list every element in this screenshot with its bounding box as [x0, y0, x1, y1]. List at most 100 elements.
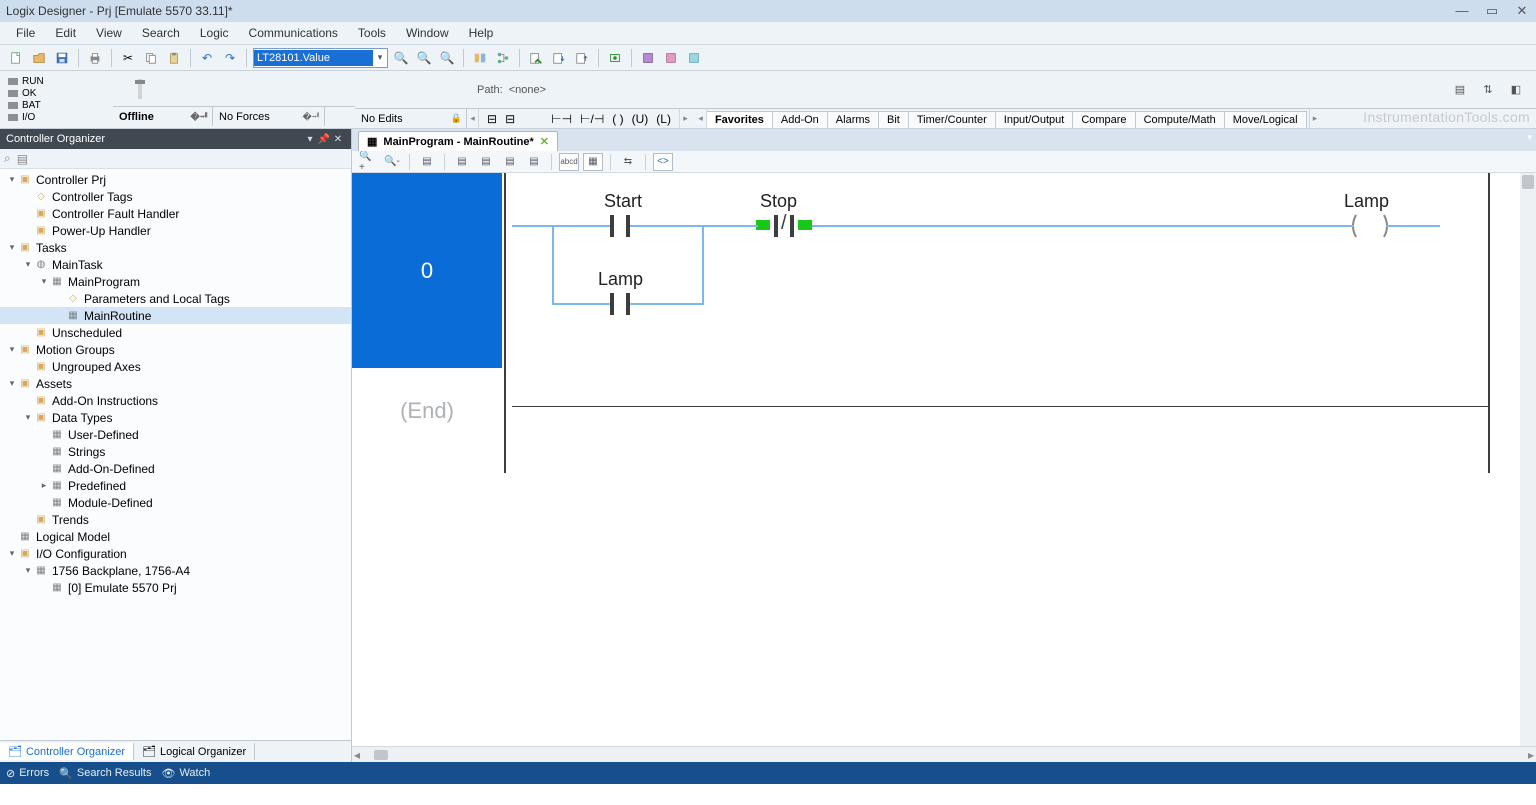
- minimize-button[interactable]: —: [1454, 3, 1470, 19]
- twist-icon[interactable]: ▾: [6, 242, 18, 253]
- xic-icon[interactable]: ⊢⊣: [551, 112, 572, 126]
- tree-item[interactable]: ▾▦MainProgram: [0, 273, 351, 290]
- ote-lamp-coil[interactable]: [1350, 213, 1390, 239]
- twist-icon[interactable]: ▾: [6, 378, 18, 389]
- itab-move[interactable]: Move/Logical: [1225, 111, 1307, 128]
- controller-mode[interactable]: Offline�ힷ: [113, 107, 213, 126]
- rung-icon[interactable]: ⊟: [505, 112, 515, 126]
- tree-item[interactable]: ◇Controller Tags: [0, 188, 351, 205]
- tree-item[interactable]: ▾▣Assets: [0, 375, 351, 392]
- twist-icon[interactable]: ▾: [6, 344, 18, 355]
- itab-favorites[interactable]: Favorites: [707, 111, 773, 128]
- rung-body[interactable]: Start Lamp Stop /: [512, 173, 1536, 746]
- redo-icon[interactable]: ↷: [220, 48, 240, 68]
- organizer-tree[interactable]: ▾▣Controller Prj◇Controller Tags▣Control…: [0, 169, 351, 740]
- horizontal-scrollbar[interactable]: ◂▸: [352, 746, 1536, 762]
- who-active-icon[interactable]: ▤: [1450, 80, 1470, 100]
- find-prev-icon[interactable]: 🔍: [437, 48, 457, 68]
- tag-combo[interactable]: LT28101.Value ▾: [253, 48, 388, 68]
- tab-logical-organizer[interactable]: 🗂Logical Organizer: [134, 743, 255, 760]
- itab-compare[interactable]: Compare: [1073, 111, 1135, 128]
- tree-item[interactable]: ▦Logical Model: [0, 528, 351, 545]
- twist-icon[interactable]: ▾: [6, 174, 18, 185]
- maximize-button[interactable]: ▭: [1484, 3, 1500, 19]
- tab-scroll-right-icon[interactable]: ▸: [1309, 109, 1321, 128]
- tree-item[interactable]: ▦[0] Emulate 5570 Prj: [0, 579, 351, 596]
- new-icon[interactable]: [6, 48, 26, 68]
- branch-icon[interactable]: ⊟: [487, 112, 497, 126]
- itab-addon[interactable]: Add-On: [773, 111, 828, 128]
- select-path-icon[interactable]: ◧: [1506, 80, 1526, 100]
- print-icon[interactable]: [85, 48, 105, 68]
- twist-icon[interactable]: ▾: [22, 259, 34, 270]
- otu-icon[interactable]: (U): [632, 112, 649, 126]
- close-panel-icon[interactable]: ✕: [331, 134, 345, 145]
- edits-status[interactable]: No Edits🔒: [355, 109, 467, 128]
- pin-icon[interactable]: 📌: [317, 134, 331, 145]
- rung-number[interactable]: 0: [352, 173, 502, 368]
- save-icon[interactable]: [52, 48, 72, 68]
- toggle-icon[interactable]: [470, 48, 490, 68]
- upload-icon[interactable]: [572, 48, 592, 68]
- tab-scroll-left-icon[interactable]: ◂: [695, 109, 707, 128]
- find-icon[interactable]: 🔍: [391, 48, 411, 68]
- tree-item[interactable]: ▾▣Motion Groups: [0, 341, 351, 358]
- tree-item[interactable]: ▦Strings: [0, 443, 351, 460]
- twist-icon[interactable]: ▾: [6, 548, 18, 559]
- zoom-in-icon[interactable]: 🔍+: [358, 153, 378, 171]
- cancel-edit-icon[interactable]: ▤: [476, 153, 496, 171]
- editor-dropdown-icon[interactable]: ▾: [1527, 132, 1532, 143]
- tree-item[interactable]: ▣Power-Up Handler: [0, 222, 351, 239]
- menu-help[interactable]: Help: [461, 24, 502, 42]
- tree-item[interactable]: ▾▣Data Types: [0, 409, 351, 426]
- twist-icon[interactable]: ▾: [22, 412, 34, 423]
- accept-edit-icon[interactable]: ▤: [452, 153, 472, 171]
- go-online-icon[interactable]: [605, 48, 625, 68]
- verify-icon[interactable]: [526, 48, 546, 68]
- download-icon[interactable]: [549, 48, 569, 68]
- assemble-icon[interactable]: ▤: [524, 153, 544, 171]
- itab-timer[interactable]: Timer/Counter: [909, 111, 996, 128]
- abcd-icon[interactable]: abcd: [559, 153, 579, 171]
- close-tab-icon[interactable]: ✕: [540, 135, 549, 148]
- itab-bit[interactable]: Bit: [879, 111, 909, 128]
- scroll-left-icon[interactable]: ◂: [467, 109, 479, 128]
- itab-alarms[interactable]: Alarms: [828, 111, 879, 128]
- menu-file[interactable]: File: [8, 24, 43, 42]
- network-icon[interactable]: ⇅: [1478, 80, 1498, 100]
- menu-tools[interactable]: Tools: [350, 24, 394, 42]
- link-icon[interactable]: ⇆: [618, 153, 638, 171]
- cut-icon[interactable]: ✂: [118, 48, 138, 68]
- xio-stop-contact[interactable]: /: [770, 214, 798, 238]
- vertical-scrollbar[interactable]: [1520, 173, 1536, 746]
- tree-item[interactable]: ▾▦1756 Backplane, 1756-A4: [0, 562, 351, 579]
- tree-item[interactable]: ▾▣I/O Configuration: [0, 545, 351, 562]
- twist-icon[interactable]: ▾: [22, 565, 34, 576]
- xio-icon[interactable]: ⊢/⊣: [580, 112, 604, 126]
- menu-view[interactable]: View: [88, 24, 130, 42]
- tree-item[interactable]: ◇Parameters and Local Tags: [0, 290, 351, 307]
- twist-icon[interactable]: ▾: [38, 276, 50, 287]
- tree-item[interactable]: ▣Unscheduled: [0, 324, 351, 341]
- stop-tag-label[interactable]: Stop: [760, 191, 797, 212]
- view-icon[interactable]: ▦: [583, 153, 603, 171]
- undo-icon[interactable]: ↶: [197, 48, 217, 68]
- tree-icon[interactable]: [493, 48, 513, 68]
- organizer-tool-icon[interactable]: ▤: [17, 152, 28, 166]
- chevron-down-icon[interactable]: ▾: [373, 52, 387, 63]
- tree-item[interactable]: ▦Module-Defined: [0, 494, 351, 511]
- organizer-tool-icon[interactable]: ⌕: [4, 151, 11, 166]
- forces-status[interactable]: No Forces�ힷ: [213, 107, 325, 126]
- tab-controller-organizer[interactable]: 🗂Controller Organizer: [0, 743, 134, 760]
- menu-window[interactable]: Window: [398, 24, 457, 42]
- itab-compute[interactable]: Compute/Math: [1136, 111, 1225, 128]
- open-icon[interactable]: [29, 48, 49, 68]
- start-tag-label[interactable]: Start: [604, 191, 642, 212]
- dropdown-icon[interactable]: ▾: [303, 134, 317, 145]
- module-icon[interactable]: [638, 48, 658, 68]
- tree-item[interactable]: ▣Ungrouped Axes: [0, 358, 351, 375]
- tree-item[interactable]: ▦Add-On-Defined: [0, 460, 351, 477]
- tree-item[interactable]: ▸▦Predefined: [0, 477, 351, 494]
- tree-item[interactable]: ▣Trends: [0, 511, 351, 528]
- paste-icon[interactable]: [164, 48, 184, 68]
